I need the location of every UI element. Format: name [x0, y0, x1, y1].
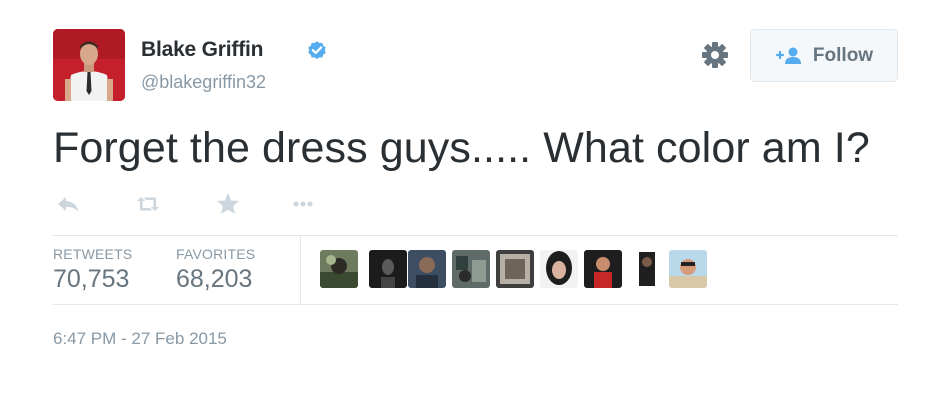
follow-button-label: Follow — [812, 44, 874, 66]
author-display-name[interactable]: Blake Griffin — [141, 38, 263, 62]
retweet-icon[interactable] — [133, 189, 163, 219]
favorites-count: 68,203 — [176, 265, 253, 293]
gear-icon[interactable] — [700, 40, 730, 70]
stats-top-divider — [53, 235, 898, 236]
more-icon[interactable] — [288, 189, 318, 219]
favoriter-avatar[interactable] — [540, 250, 578, 288]
retweets-label: RETWEETS — [53, 246, 133, 262]
verified-badge-icon — [308, 41, 326, 60]
favoriter-avatar[interactable] — [320, 250, 358, 288]
favorites-stat[interactable]: FAVORITES 68,203 — [176, 246, 255, 294]
favoriter-avatar[interactable] — [496, 250, 534, 288]
add-user-icon — [775, 47, 801, 64]
favoriter-avatar[interactable] — [584, 250, 622, 288]
favoriter-avatar[interactable] — [669, 250, 707, 288]
author-handle[interactable]: @blakegriffin32 — [141, 72, 266, 93]
favoriter-avatar[interactable] — [408, 250, 446, 288]
author-avatar[interactable] — [53, 29, 125, 101]
tweet-timestamp[interactable]: 6:47 PM - 27 Feb 2015 — [53, 329, 227, 349]
tweet-text: Forget the dress guys..... What color am… — [53, 124, 870, 172]
favoriter-avatar[interactable] — [452, 250, 490, 288]
retweets-count: 70,753 — [53, 265, 130, 293]
stats-bottom-divider — [53, 304, 898, 305]
retweets-stat[interactable]: RETWEETS 70,753 — [53, 246, 132, 294]
favoriter-avatar[interactable] — [369, 250, 407, 288]
favorite-icon[interactable] — [213, 189, 243, 219]
favoriter-avatar[interactable] — [628, 250, 666, 288]
reply-icon[interactable] — [53, 189, 83, 219]
follow-button[interactable]: Follow — [750, 29, 898, 82]
stats-vertical-divider — [300, 236, 301, 304]
favorites-label: FAVORITES — [176, 246, 256, 262]
